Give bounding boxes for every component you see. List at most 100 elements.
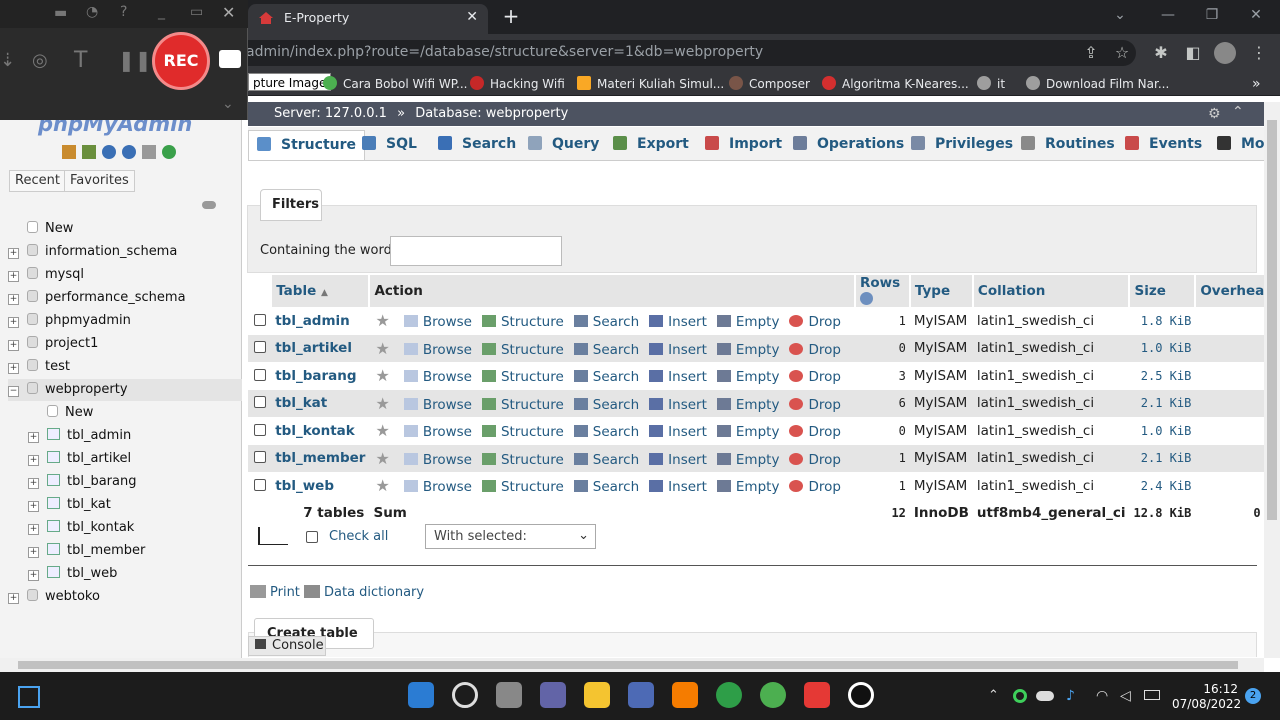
action-insert[interactable]: Insert: [649, 314, 707, 330]
action-empty[interactable]: Empty: [716, 424, 779, 440]
size[interactable]: 2.5 KiB: [1129, 362, 1196, 390]
print-link[interactable]: Print: [250, 585, 300, 600]
scrollbar-thumb[interactable]: [18, 661, 1238, 669]
favorite-star-icon[interactable]: ★: [375, 449, 389, 468]
action-empty[interactable]: Empty: [716, 452, 779, 468]
settings-icon[interactable]: [142, 145, 156, 159]
action-drop[interactable]: Drop: [789, 452, 841, 468]
action-structure[interactable]: Structure: [481, 314, 564, 330]
expand-icon[interactable]: +: [8, 248, 19, 259]
tab-sql[interactable]: SQL: [354, 130, 425, 160]
action-browse[interactable]: Browse: [403, 314, 472, 330]
action-browse[interactable]: Browse: [403, 424, 472, 440]
action-empty[interactable]: Empty: [716, 397, 779, 413]
expand-icon[interactable]: +: [28, 455, 39, 466]
bookmark-item[interactable]: Composer: [729, 76, 810, 94]
action-empty[interactable]: Empty: [716, 342, 779, 358]
check-all-checkbox[interactable]: [306, 531, 318, 543]
settings-icon[interactable]: ⚙: [1208, 106, 1221, 122]
favorite-star-icon[interactable]: ★: [375, 421, 389, 440]
header-rows[interactable]: Rows: [854, 275, 911, 307]
action-search[interactable]: Search: [573, 424, 639, 440]
size[interactable]: 1.0 KiB: [1129, 417, 1196, 445]
reload-icon[interactable]: [162, 145, 176, 159]
row-checkbox[interactable]: [253, 478, 266, 491]
bookmark-item[interactable]: Materi Kuliah Simul...: [577, 76, 724, 94]
expand-icon[interactable]: +: [8, 317, 19, 328]
breadcrumb-server[interactable]: Server: 127.0.0.1: [274, 106, 387, 121]
sidebar-item-tbl-kontak[interactable]: + tbl_kontak: [28, 517, 134, 539]
size[interactable]: 2.1 KiB: [1129, 389, 1196, 417]
action-drop[interactable]: Drop: [789, 342, 841, 358]
sidebar-item-test[interactable]: + test: [8, 356, 70, 378]
sidebar-item-tbl-kat[interactable]: + tbl_kat: [28, 494, 111, 516]
browser-tab[interactable]: E-Property ✕: [248, 4, 488, 34]
action-drop[interactable]: Drop: [789, 479, 841, 495]
favorite-star-icon[interactable]: ★: [375, 394, 389, 413]
action-drop[interactable]: Drop: [789, 397, 841, 413]
expand-icon[interactable]: +: [8, 363, 19, 374]
action-search[interactable]: Search: [573, 369, 639, 385]
action-browse[interactable]: Browse: [403, 342, 472, 358]
minimize-icon[interactable]: —: [1148, 4, 1188, 28]
bookmark-item[interactable]: Cara Bobol Wifi WP...: [323, 76, 468, 94]
window-icon[interactable]: ▭: [190, 4, 203, 20]
link-icon[interactable]: [202, 201, 216, 209]
expand-icon[interactable]: +: [28, 524, 39, 535]
clock-time[interactable]: 16:12: [1172, 682, 1238, 696]
table-name-link[interactable]: tbl_artikel: [271, 334, 370, 362]
arrow-icon[interactable]: ⇣: [0, 50, 15, 71]
check-all-label[interactable]: Check all: [329, 529, 388, 544]
sidebar-item-webproperty[interactable]: − webproperty: [8, 379, 242, 401]
sidebar-item-phpmyadmin[interactable]: + phpmyadmin: [8, 310, 131, 332]
action-insert[interactable]: Insert: [649, 397, 707, 413]
sidebar-item-tbl-admin[interactable]: + tbl_admin: [28, 425, 131, 447]
action-search[interactable]: Search: [573, 342, 639, 358]
table-name-link[interactable]: tbl_web: [271, 472, 370, 500]
tab-query[interactable]: Query: [520, 130, 607, 160]
header-size[interactable]: Size: [1129, 275, 1197, 307]
logout-icon[interactable]: [82, 145, 96, 159]
console-toggle[interactable]: Console: [248, 636, 326, 656]
new-tab-icon[interactable]: +: [500, 4, 522, 28]
bookmark-item[interactable]: it: [977, 76, 1005, 94]
search-icon[interactable]: [452, 682, 478, 708]
action-browse[interactable]: Browse: [403, 397, 472, 413]
tab-events[interactable]: Events: [1117, 130, 1210, 160]
table-name-link[interactable]: tbl_barang: [271, 362, 370, 390]
bookmark-item[interactable]: Download Film Nar...: [1026, 76, 1169, 94]
microphone-icon[interactable]: ♪: [1066, 688, 1075, 704]
tab-privileges[interactable]: Privileges: [903, 130, 1021, 160]
chat-icon[interactable]: [540, 682, 566, 708]
tab-export[interactable]: Export: [605, 130, 697, 160]
action-search[interactable]: Search: [573, 314, 639, 330]
bookmark-item[interactable]: Algoritma K-Neares...: [822, 76, 969, 94]
app-icon[interactable]: [628, 682, 654, 708]
action-empty[interactable]: Empty: [716, 369, 779, 385]
table-name-link[interactable]: tbl_member: [271, 444, 370, 472]
file-explorer-icon[interactable]: [584, 682, 610, 708]
data-dictionary-link[interactable]: Data dictionary: [304, 585, 424, 600]
table-name-link[interactable]: tbl_kat: [271, 389, 370, 417]
scrollbar-thumb[interactable]: [1267, 120, 1277, 520]
more-bookmarks-icon[interactable]: »: [1252, 76, 1261, 94]
expand-icon[interactable]: +: [28, 432, 39, 443]
sidebar-item-webtoko[interactable]: + webtoko: [8, 586, 100, 608]
filter-input[interactable]: [390, 236, 562, 266]
expand-icon[interactable]: +: [8, 593, 19, 604]
notification-badge[interactable]: 2: [1245, 688, 1261, 704]
sidebar-item-information-schema[interactable]: + information_schema: [8, 241, 177, 263]
minimize-icon[interactable]: _: [158, 4, 165, 20]
action-structure[interactable]: Structure: [481, 452, 564, 468]
action-search[interactable]: Search: [573, 479, 639, 495]
action-insert[interactable]: Insert: [649, 369, 707, 385]
action-browse[interactable]: Browse: [403, 369, 472, 385]
action-browse[interactable]: Browse: [403, 479, 472, 495]
header-type[interactable]: Type: [909, 275, 974, 307]
expand-icon[interactable]: +: [28, 570, 39, 581]
action-structure[interactable]: Structure: [481, 369, 564, 385]
sidebar-item-New[interactable]: New: [8, 218, 73, 240]
action-search[interactable]: Search: [573, 397, 639, 413]
tab-import[interactable]: Import: [697, 130, 790, 160]
favorite-star-icon[interactable]: ★: [375, 311, 389, 330]
